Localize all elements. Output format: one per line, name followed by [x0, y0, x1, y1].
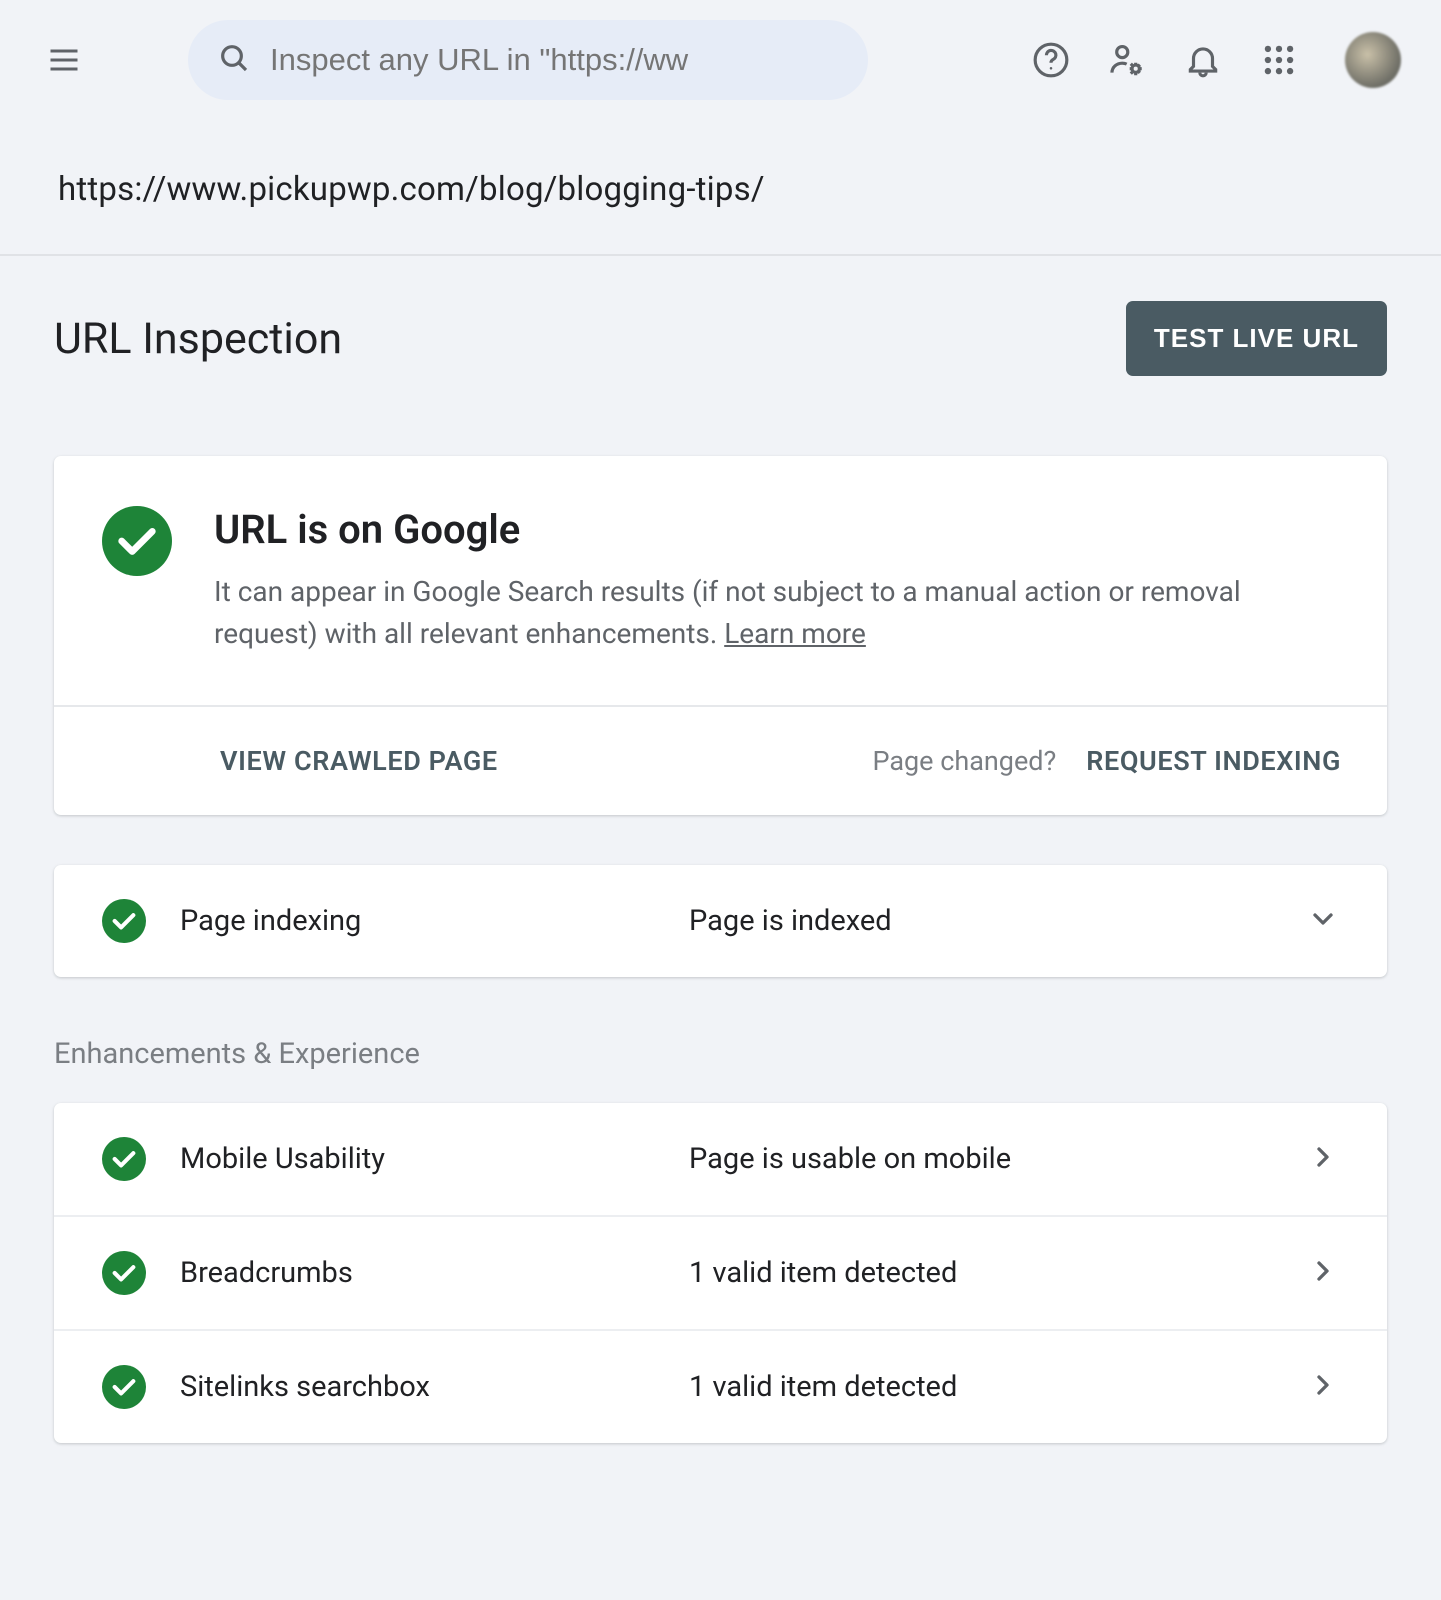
check-icon	[102, 1251, 146, 1295]
apps-grid-icon	[1260, 41, 1298, 79]
check-icon	[102, 1365, 146, 1409]
row-status: 1 valid item detected	[689, 1370, 1273, 1404]
check-icon	[102, 899, 146, 943]
chevron-down-icon	[1307, 903, 1339, 939]
enhancements-card: Mobile Usability Page is usable on mobil…	[54, 1103, 1387, 1443]
search-icon	[218, 42, 250, 78]
enhancements-section-label: Enhancements & Experience	[54, 1037, 1387, 1071]
request-indexing-button[interactable]: REQUEST INDEXING	[1086, 745, 1341, 777]
enhancement-row-mobile-usability[interactable]: Mobile Usability Page is usable on mobil…	[54, 1103, 1387, 1215]
row-status: Page is indexed	[689, 904, 1273, 938]
enhancement-row-breadcrumbs[interactable]: Breadcrumbs 1 valid item detected	[54, 1215, 1387, 1329]
status-check-icon	[102, 506, 172, 576]
help-icon	[1032, 41, 1070, 79]
chevron-right-icon	[1307, 1141, 1339, 1177]
row-label: Mobile Usability	[180, 1142, 655, 1176]
apps-button[interactable]	[1251, 32, 1307, 88]
content-area: URL Inspection TEST LIVE URL URL is on G…	[0, 256, 1441, 1586]
person-gear-icon	[1108, 41, 1146, 79]
coverage-title: URL is on Google	[214, 506, 1339, 553]
enhancement-row-sitelinks-searchbox[interactable]: Sitelinks searchbox 1 valid item detecte…	[54, 1329, 1387, 1443]
page-indexing-row[interactable]: Page indexing Page is indexed	[54, 865, 1387, 977]
row-status: Page is usable on mobile	[689, 1142, 1273, 1176]
search-input[interactable]	[270, 42, 838, 78]
page-changed-label: Page changed?	[872, 745, 1056, 777]
account-avatar[interactable]	[1345, 32, 1401, 88]
inspected-url: https://www.pickupwp.com/blog/blogging-t…	[0, 120, 1441, 256]
menu-button[interactable]	[40, 36, 88, 84]
hamburger-icon	[46, 42, 82, 78]
coverage-actions: VIEW CRAWLED PAGE Page changed? REQUEST …	[54, 705, 1387, 815]
test-live-url-button[interactable]: TEST LIVE URL	[1126, 301, 1387, 376]
notifications-button[interactable]	[1175, 32, 1231, 88]
users-settings-button[interactable]	[1099, 32, 1155, 88]
coverage-summary: URL is on Google It can appear in Google…	[54, 456, 1387, 705]
row-label: Page indexing	[180, 904, 655, 938]
row-label: Sitelinks searchbox	[180, 1370, 655, 1404]
check-icon	[102, 1137, 146, 1181]
bell-icon	[1184, 41, 1222, 79]
chevron-right-icon	[1307, 1369, 1339, 1405]
coverage-card: URL is on Google It can appear in Google…	[54, 456, 1387, 815]
page-indexing-card: Page indexing Page is indexed	[54, 865, 1387, 977]
page-header: URL Inspection TEST LIVE URL	[54, 301, 1387, 376]
coverage-description: It can appear in Google Search results (…	[214, 571, 1339, 655]
row-label: Breadcrumbs	[180, 1256, 655, 1290]
search-field[interactable]	[188, 20, 868, 100]
learn-more-link[interactable]: Learn more	[724, 617, 866, 650]
page-title: URL Inspection	[54, 314, 342, 364]
help-button[interactable]	[1023, 32, 1079, 88]
view-crawled-page-button[interactable]: VIEW CRAWLED PAGE	[220, 745, 498, 777]
row-status: 1 valid item detected	[689, 1256, 1273, 1290]
chevron-right-icon	[1307, 1255, 1339, 1291]
app-bar	[0, 0, 1441, 120]
